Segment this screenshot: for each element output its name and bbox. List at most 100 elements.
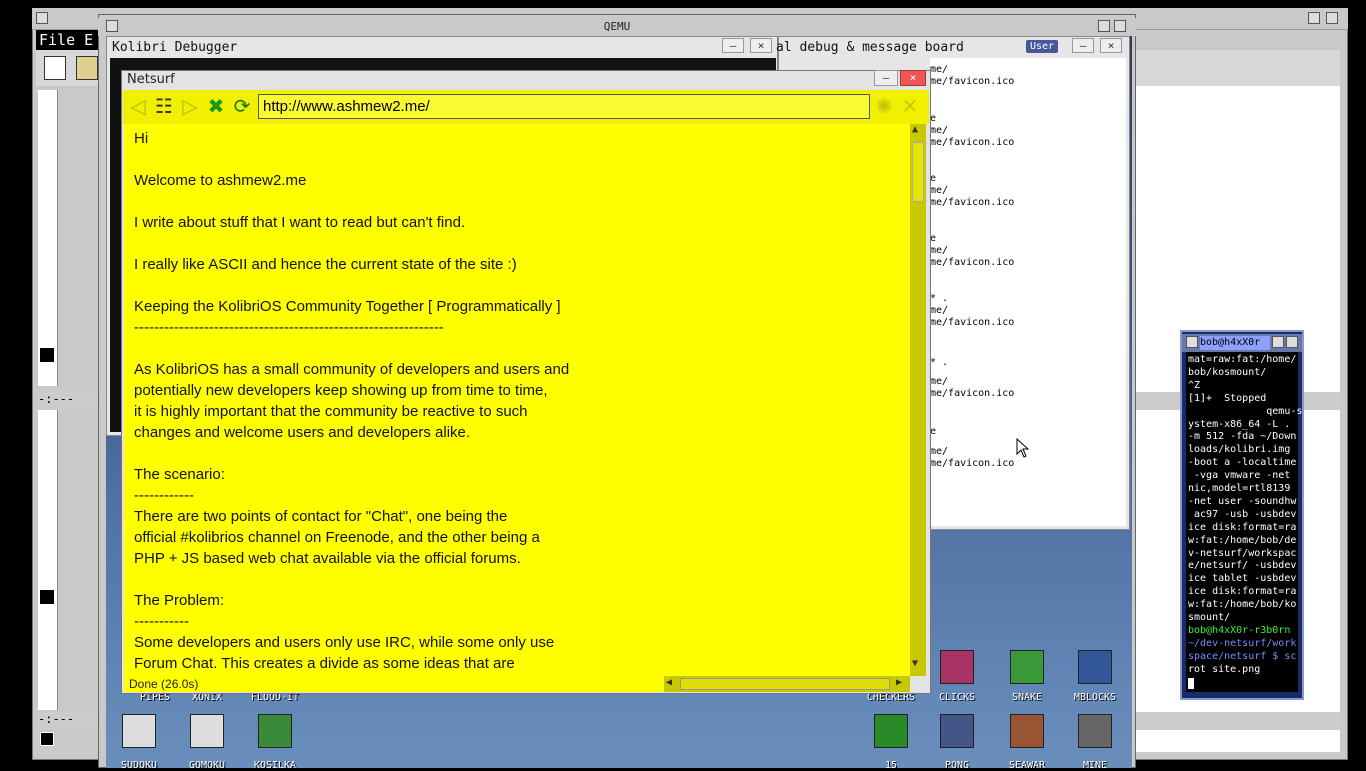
status-bar: Done (26.0s): [124, 676, 664, 692]
netsurf-minimize-button[interactable]: –: [874, 70, 898, 86]
log-line: me/: [930, 185, 949, 196]
page-text-line: Forum Chat. This creates a divide as som…: [134, 655, 515, 672]
page-text-line: There are two points of contact for "Cha…: [134, 508, 508, 525]
fifteen-icon[interactable]: [874, 714, 908, 748]
back-arrow-icon[interactable]: ◁: [127, 95, 149, 117]
snake-icon[interactable]: [1010, 650, 1044, 684]
terminal-line: -vga vmware -net: [1188, 470, 1291, 482]
outer-menu-icon[interactable]: [36, 12, 48, 24]
desktop-icon-label[interactable]: SUDOKU: [104, 760, 174, 771]
emacs-left-pane-bottom[interactable]: [38, 410, 58, 710]
terminal-line: ice disk:format=ra: [1188, 521, 1297, 533]
page-text-line: official #kolibrios channel on Freenode,…: [134, 529, 540, 546]
terminal-minimize-button[interactable]: [1272, 336, 1284, 348]
terminal-line: v-netsurf/workspac: [1188, 547, 1297, 559]
log-line: me/: [930, 305, 949, 316]
terminal-line: loads/kolibri.img: [1188, 444, 1291, 456]
clicks-icon[interactable]: [940, 650, 974, 684]
scroll-up-icon[interactable]: ▲: [912, 124, 918, 135]
log-line: * .: [930, 357, 949, 368]
page-text-line: -----------: [134, 613, 189, 630]
emacs-left-pane-top[interactable]: [38, 90, 58, 386]
log-line: me/favicon.ico: [930, 257, 1015, 268]
open-folder-icon[interactable]: [76, 56, 98, 80]
terminal-line: [1]+ Stopped: [1188, 392, 1267, 404]
terminal-line: ystem-x86_64 -L .: [1188, 418, 1291, 430]
page-text-line: PHP + JS based web chat available via th…: [134, 550, 521, 567]
page-text-line: I write about stuff that I want to read …: [134, 214, 466, 231]
terminal-line: mat=raw:fat:/home/: [1188, 354, 1297, 365]
outer-right-modeline-bottom: [1130, 712, 1340, 730]
desktop-icon-label[interactable]: KOSILKA: [240, 760, 310, 771]
netsurf-close-button[interactable]: ×: [900, 70, 926, 86]
debugger-close-button[interactable]: ×: [750, 38, 772, 53]
desktop-icon-label[interactable]: GOMOKU: [172, 760, 242, 771]
terminal-cursor: [1188, 678, 1194, 689]
desktop-icon-label[interactable]: SEAWAR: [992, 760, 1062, 771]
terminal-line: e/netsurf/ -usbdev: [1188, 560, 1297, 572]
emacs-menubar[interactable]: File E: [36, 30, 106, 50]
close-tab-icon[interactable]: ✕: [899, 95, 921, 117]
outer-minimize-button[interactable]: [1308, 12, 1320, 24]
outer-right-toolbar: [1130, 50, 1340, 86]
desktop-icon-label[interactable]: MINE: [1060, 760, 1130, 771]
vertical-scrollbar[interactable]: ▲ ▼: [910, 124, 926, 676]
qemu-title: QEMU: [98, 18, 1136, 36]
terminal-line: ac97 -usb -usbdev: [1188, 508, 1297, 520]
desktop-icon-label[interactable]: 15: [856, 760, 926, 771]
terminal-line: space/netsurf $ sc: [1188, 650, 1297, 662]
text-cursor: [40, 590, 54, 604]
netsurf-page-content[interactable]: Hi Welcome to ashmew2.me I write about stu…: [124, 124, 910, 676]
qemu-minimize-button[interactable]: [1098, 20, 1110, 32]
mblocks-icon[interactable]: [1078, 650, 1112, 684]
qemu-menu-icon[interactable]: [106, 20, 118, 32]
scroll-down-icon[interactable]: ▼: [912, 658, 918, 669]
netsurf-title: Netsurf: [127, 72, 175, 87]
page-text-line: Welcome to ashmew2.me: [134, 172, 307, 189]
emacs-toolbar: [36, 50, 106, 86]
seawar-icon[interactable]: [1010, 714, 1044, 748]
desktop-icon-label[interactable]: MBLOCKS: [1060, 692, 1130, 703]
gomoku-icon[interactable]: [190, 714, 224, 748]
log-line: me/favicon.ico: [930, 76, 1015, 87]
page-text-line: As KolibriOS has a small community of de…: [134, 361, 570, 378]
terminal-menu-icon[interactable]: [1186, 336, 1198, 348]
terminal-line: bob@h4xX0r-r3b0rn: [1188, 624, 1291, 636]
board-title: al debug & message board: [776, 40, 964, 55]
terminal-line: bob/kosmount/: [1188, 366, 1267, 378]
board-minimize-button[interactable]: –: [1072, 38, 1094, 53]
terminal-line: -boot a -localtime: [1188, 457, 1297, 469]
user-badge[interactable]: User: [1026, 40, 1058, 53]
terminal-line: w:fat:/home/bob/ko: [1188, 599, 1297, 611]
desktop-icon-label[interactable]: PONG: [922, 760, 992, 771]
qemu-maximize-button[interactable]: [1114, 20, 1126, 32]
history-icon[interactable]: ☷: [153, 95, 175, 117]
log-line: me/favicon.ico: [930, 458, 1015, 469]
vertical-scroll-thumb[interactable]: [912, 142, 924, 202]
scroll-left-icon[interactable]: ◀: [666, 677, 672, 688]
sudoku-icon[interactable]: [122, 714, 156, 748]
page-text-line: ----------------------------------------…: [134, 319, 444, 336]
kosilka-icon[interactable]: [258, 714, 292, 748]
outer-right-minibuffer[interactable]: [1130, 730, 1340, 752]
board-close-button[interactable]: ×: [1100, 38, 1122, 53]
terminal-maximize-button[interactable]: [1286, 336, 1298, 348]
mine-icon[interactable]: [1078, 714, 1112, 748]
pong-icon[interactable]: [940, 714, 974, 748]
desktop-icon-label[interactable]: SNAKE: [992, 692, 1062, 703]
horizontal-scroll-thumb[interactable]: [680, 678, 890, 690]
debugger-minimize-button[interactable]: –: [722, 38, 744, 53]
scroll-right-icon[interactable]: ▶: [896, 677, 902, 688]
outer-maximize-button[interactable]: [1326, 12, 1338, 24]
stop-icon[interactable]: ✖: [205, 95, 227, 117]
forward-arrow-icon[interactable]: ▷: [179, 95, 201, 117]
terminal-line: ice disk:format=ra: [1188, 586, 1297, 598]
reload-icon[interactable]: ⟳: [231, 95, 253, 117]
log-line: me/favicon.ico: [930, 197, 1015, 208]
desktop-icon-label[interactable]: CLICKS: [922, 692, 992, 703]
new-file-icon[interactable]: [44, 56, 66, 80]
log-line: * .: [930, 293, 949, 304]
url-input[interactable]: http://www.ashmew2.me/: [258, 94, 870, 119]
terminal-line: ^Z: [1188, 379, 1201, 391]
terminal-output[interactable]: mat=raw:fat:/home/bob/kosmount/^Z [1]+ St…: [1186, 352, 1302, 692]
